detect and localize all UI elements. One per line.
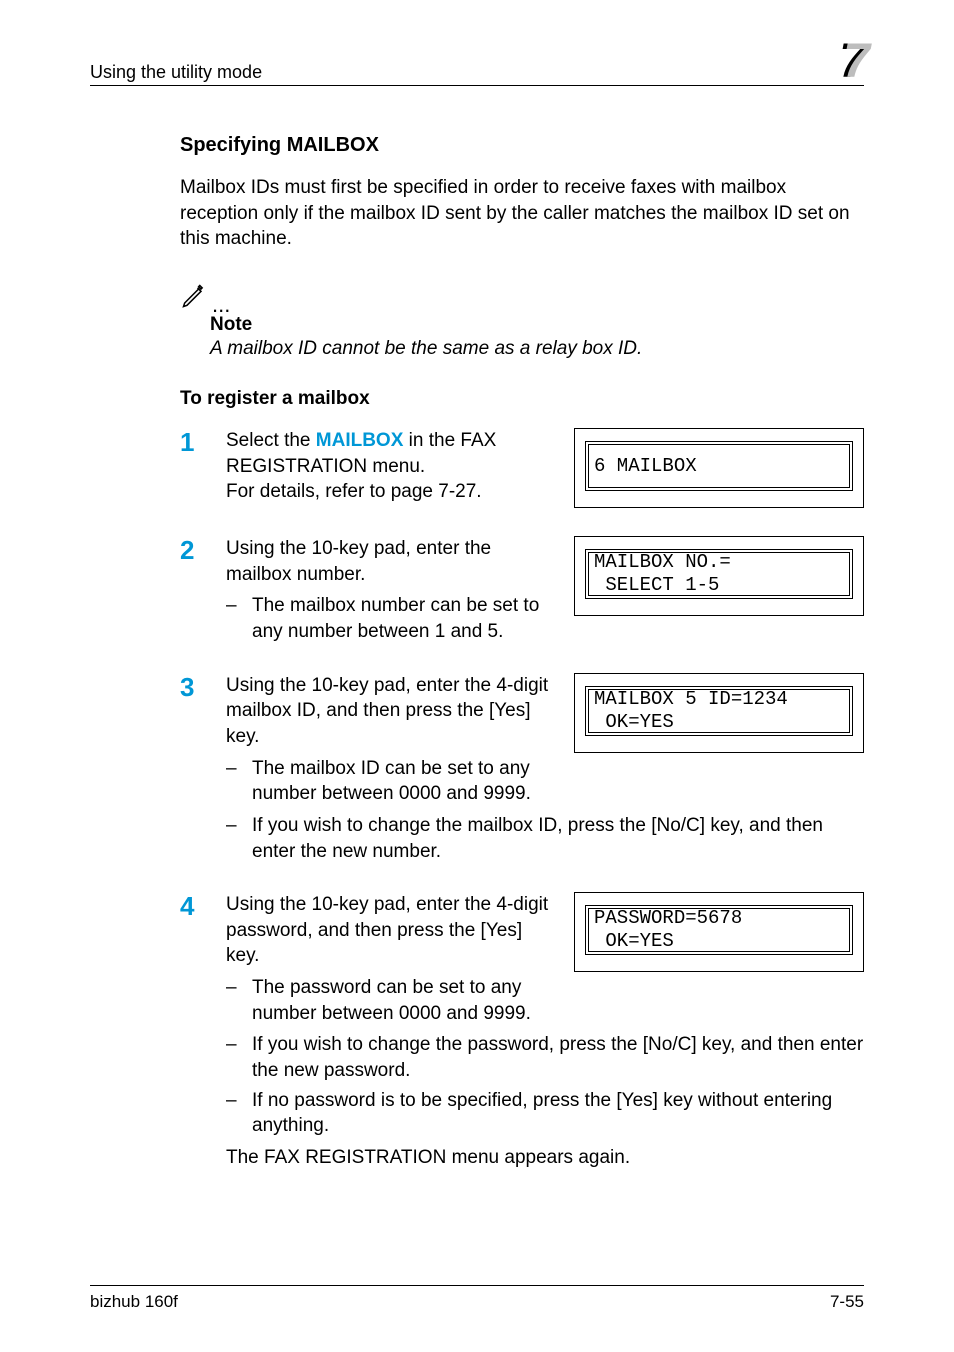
lcd-lines: PASSWORD=5678 OK=YES [585, 905, 853, 955]
lcd-display-3: MAILBOX 5 ID=1234 OK=YES [574, 673, 864, 753]
page-footer: bizhub 160f 7-55 [90, 1285, 864, 1312]
lcd-lines: MAILBOX NO.= SELECT 1-5 [585, 549, 853, 599]
footer-left: bizhub 160f [90, 1292, 178, 1312]
procedure-heading: To register a mailbox [180, 388, 864, 410]
step-3-bullets-top: The mailbox ID can be set to any number … [226, 756, 558, 807]
lcd-lines: MAILBOX 5 ID=1234 OK=YES [585, 686, 853, 736]
lcd-line: 6 MAILBOX [585, 441, 853, 491]
note-body: A mailbox ID cannot be the same as a rel… [210, 338, 864, 360]
step-1: 1 Select the MAILBOX in the FAX REGISTRA… [180, 428, 864, 508]
lcd-line-1: PASSWORD=5678 [594, 907, 844, 930]
bullet-text: The password can be set to any number be… [252, 977, 531, 1024]
step-2-bullets: The mailbox number can be set to any num… [226, 593, 558, 644]
lcd-line-1: MAILBOX 5 ID=1234 [594, 688, 844, 711]
step-1-text-a: Select the [226, 430, 316, 451]
list-item: If you wish to change the mailbox ID, pr… [226, 813, 864, 864]
mailbox-term: MAILBOX [316, 430, 404, 451]
lcd-line-2: SELECT 1-5 [594, 574, 844, 597]
step-body: Using the 10-key pad, enter the mailbox … [226, 536, 558, 645]
lcd-line-1: MAILBOX NO.= [594, 551, 844, 574]
steps-list: 1 Select the MAILBOX in the FAX REGISTRA… [180, 428, 864, 1169]
step-3-text: Using the 10-key pad, enter the 4-digit … [226, 675, 548, 747]
step-body: Select the MAILBOX in the FAX REGISTRATI… [226, 428, 558, 505]
bullet-text: If you wish to change the mailbox ID, pr… [252, 815, 823, 862]
step-number: 4 [180, 892, 226, 921]
list-item: If no password is to be specified, press… [226, 1088, 864, 1139]
step-3: 3 Using the 10-key pad, enter the 4-digi… [180, 673, 864, 864]
step-number: 3 [180, 673, 226, 702]
list-item: The password can be set to any number be… [226, 975, 558, 1026]
step-4-outro: The FAX REGISTRATION menu appears again. [226, 1147, 630, 1169]
step-body: Using the 10-key pad, enter the 4-digit … [226, 673, 558, 807]
lcd-line-2: OK=YES [594, 711, 844, 734]
step-4-bullets-top: The password can be set to any number be… [226, 975, 558, 1026]
list-item: If you wish to change the password, pres… [226, 1032, 864, 1083]
step-body: Using the 10-key pad, enter the 4-digit … [226, 892, 558, 1026]
section-title: Specifying MAILBOX [180, 134, 864, 157]
lcd-line-2: OK=YES [594, 930, 844, 953]
note-label: Note [210, 314, 864, 336]
intro-paragraph: Mailbox IDs must first be specified in o… [180, 175, 864, 252]
list-item: The mailbox number can be set to any num… [226, 593, 558, 644]
bullet-text: The mailbox number can be set to any num… [252, 595, 539, 642]
step-3-bullets-bottom: If you wish to change the mailbox ID, pr… [226, 813, 864, 864]
chapter-number-shadow: 7 [843, 34, 868, 89]
step-1-text-c: For details, refer to page 7-27. [226, 481, 482, 502]
lcd-display-2: MAILBOX NO.= SELECT 1-5 [574, 536, 864, 616]
lcd-display-1: 6 MAILBOX [574, 428, 864, 508]
lcd-display-4: PASSWORD=5678 OK=YES [574, 892, 864, 972]
step-number: 1 [180, 428, 226, 457]
step-2-text: Using the 10-key pad, enter the mailbox … [226, 538, 491, 585]
ellipsis-icon: ... [212, 292, 230, 318]
page-header: Using the utility mode 7 7 [90, 40, 864, 86]
bullet-text: The mailbox ID can be set to any number … [252, 758, 531, 805]
note-icon: ... [180, 282, 864, 310]
bullet-text: If you wish to change the password, pres… [252, 1034, 863, 1081]
running-head: Using the utility mode [90, 62, 262, 83]
step-number: 2 [180, 536, 226, 565]
step-2: 2 Using the 10-key pad, enter the mailbo… [180, 536, 864, 645]
chapter-number-wrap: 7 7 [804, 40, 864, 83]
step-4-bullets-bottom: If you wish to change the password, pres… [226, 1032, 864, 1139]
bullet-text: If no password is to be specified, press… [252, 1090, 832, 1137]
footer-right: 7-55 [830, 1292, 864, 1312]
pencil-icon [180, 282, 208, 310]
step-4: 4 Using the 10-key pad, enter the 4-digi… [180, 892, 864, 1169]
step-4-text: Using the 10-key pad, enter the 4-digit … [226, 894, 548, 966]
list-item: The mailbox ID can be set to any number … [226, 756, 558, 807]
